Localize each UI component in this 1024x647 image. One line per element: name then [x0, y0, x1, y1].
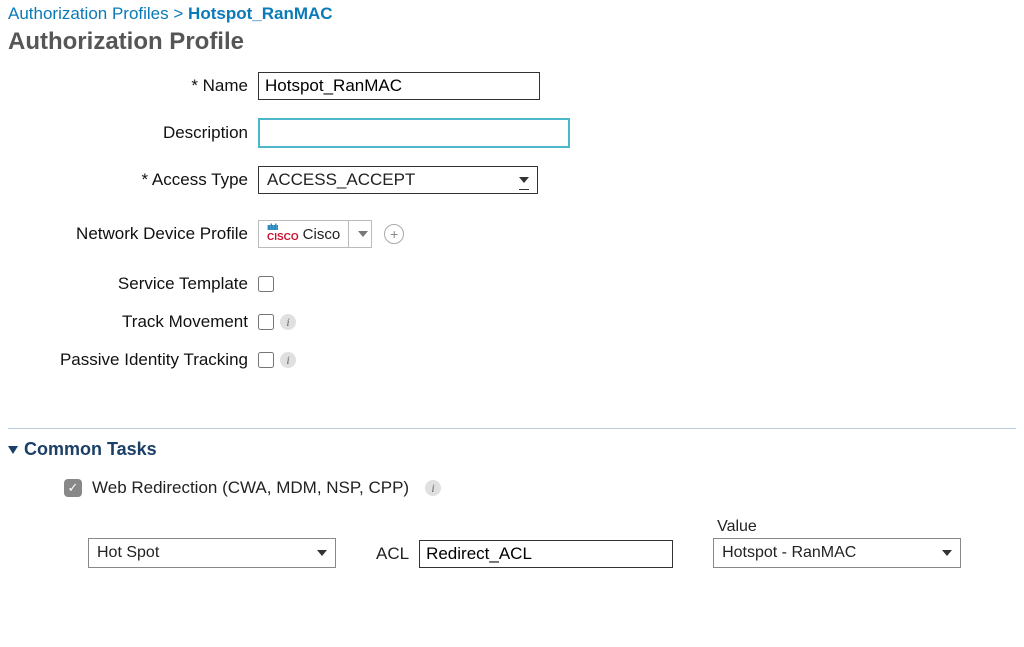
- network-device-profile-dropdown-button[interactable]: [348, 221, 371, 247]
- passive-identity-tracking-checkbox[interactable]: [258, 352, 274, 368]
- name-label: * Name: [8, 76, 258, 96]
- chevron-down-icon: [942, 550, 952, 556]
- section-divider: [8, 428, 1016, 429]
- info-icon[interactable]: i: [280, 314, 296, 330]
- breadcrumb-parent-link[interactable]: Authorization Profiles: [8, 4, 169, 23]
- access-type-select[interactable]: ACCESS_ACCEPT: [258, 166, 538, 194]
- access-type-label: * Access Type: [8, 170, 258, 190]
- network-device-profile-label: Network Device Profile: [8, 224, 258, 244]
- info-icon[interactable]: i: [280, 352, 296, 368]
- service-template-label: Service Template: [8, 274, 258, 294]
- name-input[interactable]: [258, 72, 540, 100]
- network-device-profile-value: Cisco: [303, 226, 341, 243]
- cisco-logo-icon: CISCO: [267, 226, 299, 243]
- track-movement-label: Track Movement: [8, 312, 258, 332]
- common-tasks-toggle[interactable]: Common Tasks: [8, 439, 1016, 460]
- access-type-value: ACCESS_ACCEPT: [267, 170, 415, 190]
- chevron-down-icon: [519, 177, 529, 183]
- breadcrumb-separator: >: [173, 4, 183, 23]
- web-redirection-checkbox[interactable]: ✓: [64, 479, 82, 497]
- breadcrumb: Authorization Profiles > Hotspot_RanMAC: [8, 4, 1016, 24]
- web-redirection-label: Web Redirection (CWA, MDM, NSP, CPP): [92, 478, 409, 498]
- value-select[interactable]: Hotspot - RanMAC: [713, 538, 961, 568]
- info-icon[interactable]: i: [425, 480, 441, 496]
- network-device-profile-select[interactable]: CISCO Cisco: [258, 220, 372, 248]
- common-tasks-title: Common Tasks: [24, 439, 157, 460]
- value-selected: Hotspot - RanMAC: [722, 544, 856, 562]
- acl-input[interactable]: [419, 540, 673, 568]
- chevron-down-icon: [358, 231, 368, 237]
- service-template-checkbox[interactable]: [258, 276, 274, 292]
- page-title: Authorization Profile: [8, 28, 1016, 56]
- redirection-type-select[interactable]: Hot Spot: [88, 538, 336, 568]
- passive-identity-tracking-label: Passive Identity Tracking: [8, 350, 258, 370]
- disclosure-triangle-icon: [8, 446, 18, 454]
- description-label: Description: [8, 123, 258, 143]
- description-textarea[interactable]: [258, 118, 570, 148]
- redirection-type-value: Hot Spot: [97, 544, 159, 562]
- breadcrumb-current: Hotspot_RanMAC: [188, 4, 333, 23]
- value-label: Value: [717, 518, 961, 536]
- track-movement-checkbox[interactable]: [258, 314, 274, 330]
- add-network-device-profile-button[interactable]: +: [384, 224, 404, 244]
- acl-label: ACL: [376, 544, 409, 564]
- chevron-down-icon: [317, 550, 327, 556]
